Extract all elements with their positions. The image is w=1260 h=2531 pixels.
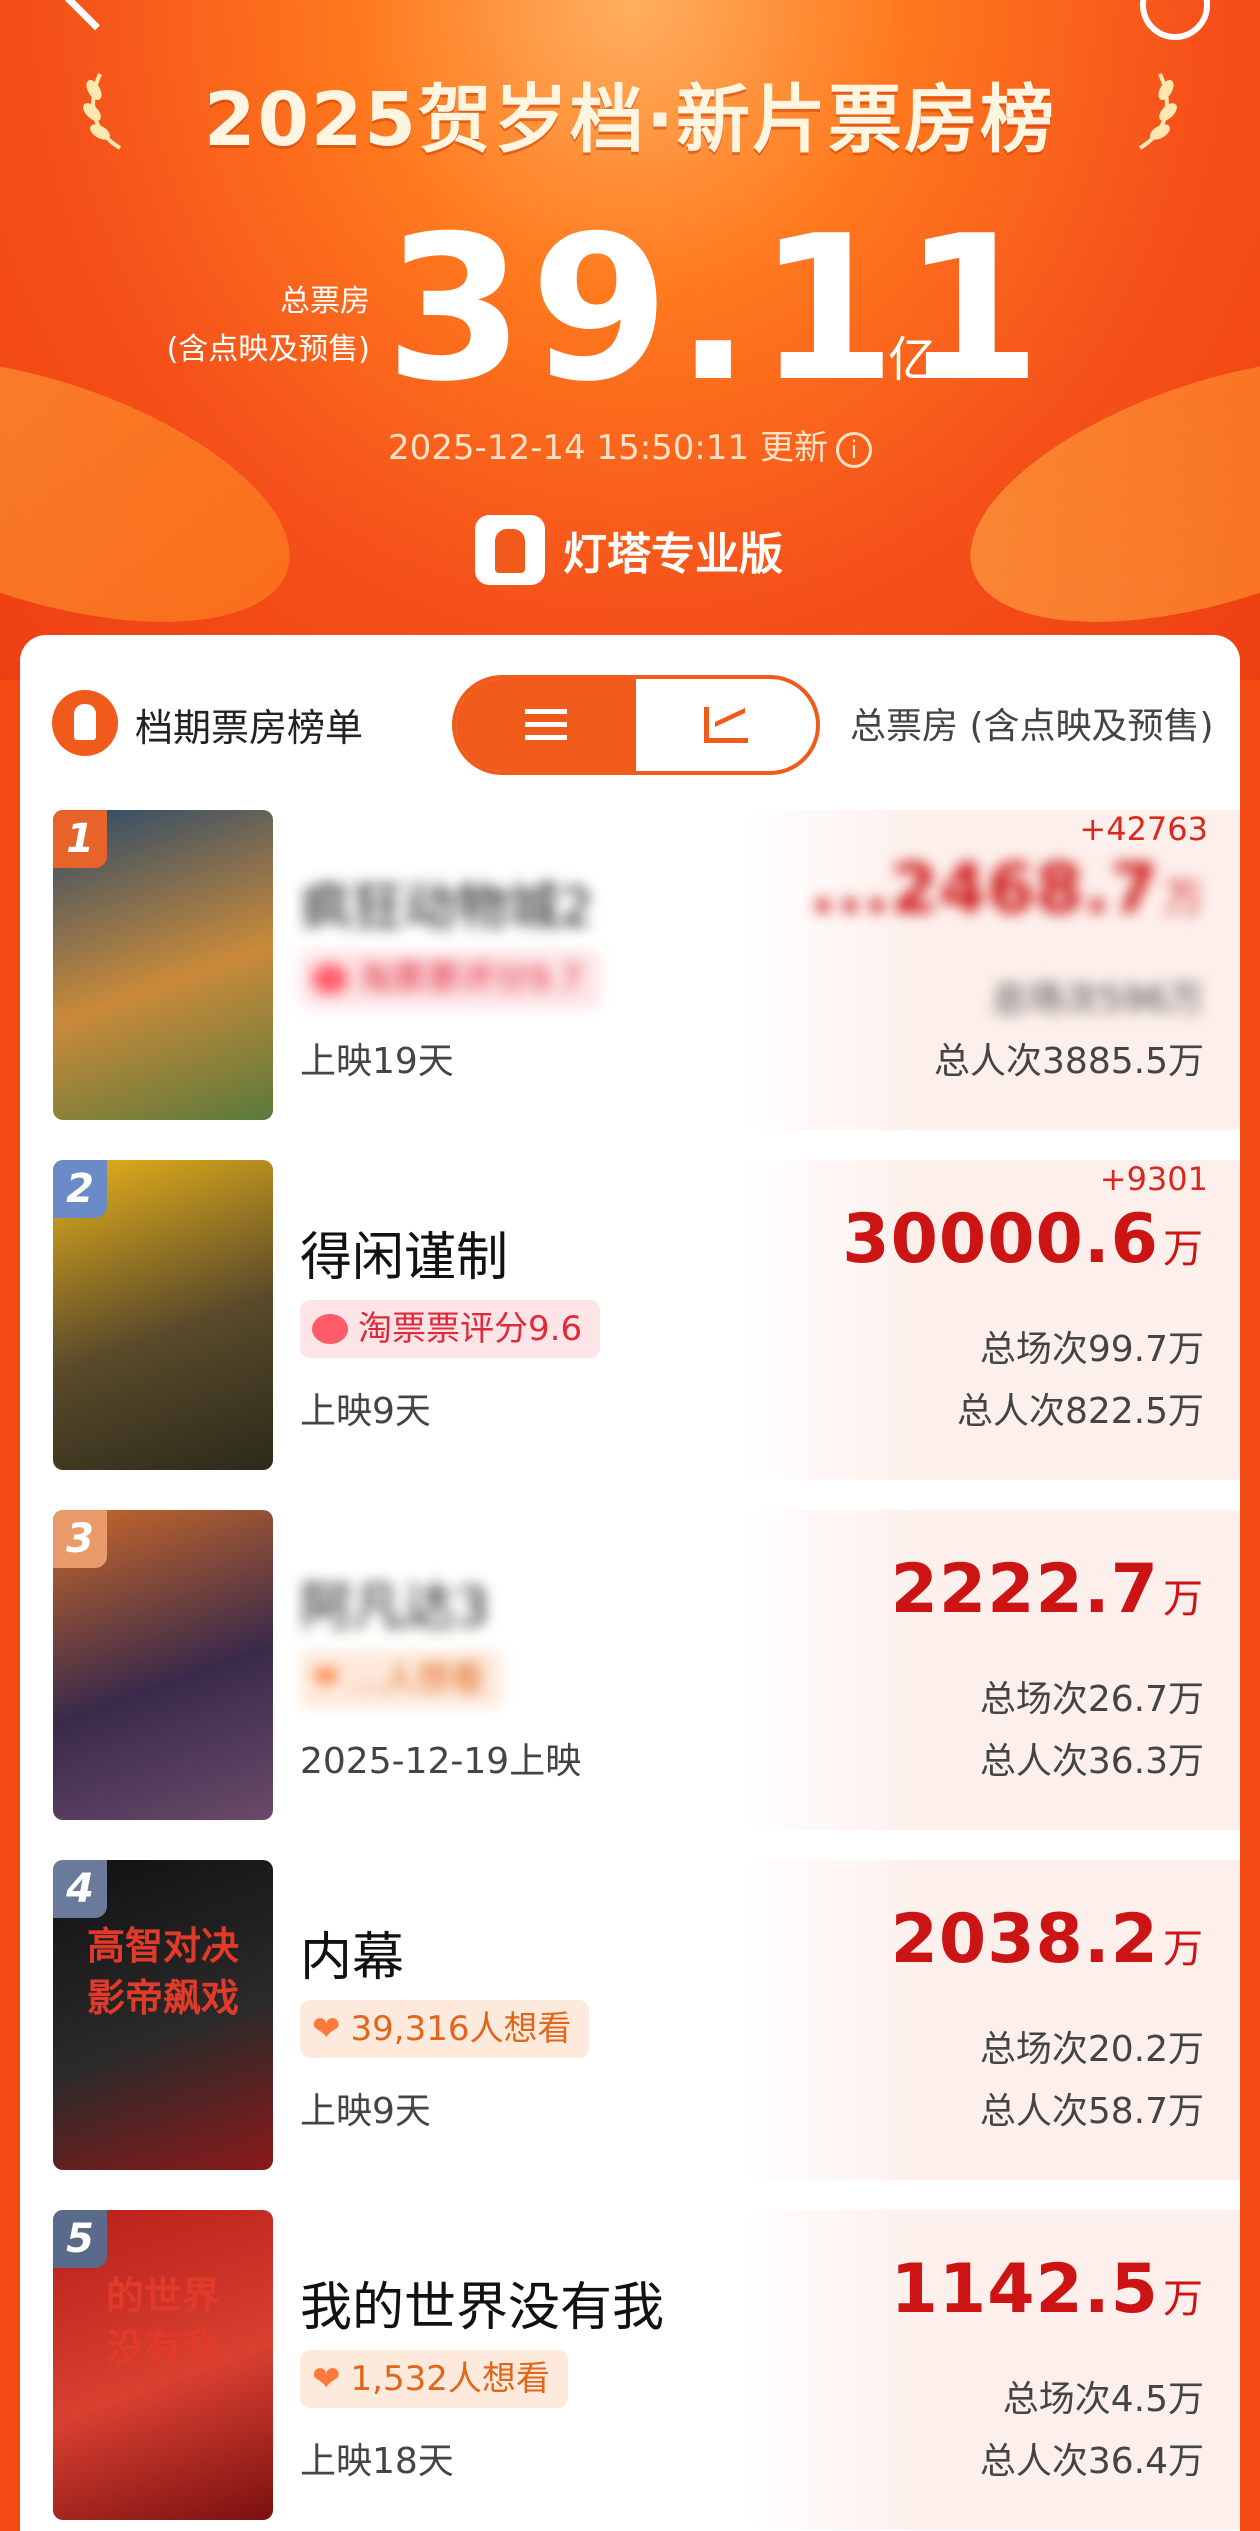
info-icon[interactable]: i	[835, 431, 872, 468]
total-admissions: 总人次36.3万	[979, 1741, 1204, 1782]
gross-unit: 万	[1163, 876, 1204, 922]
total-admissions: 总人次58.7万	[979, 2091, 1204, 2132]
total-shows: 总场次596万	[991, 979, 1204, 1020]
gross-value: 2222.7	[890, 1550, 1159, 1629]
back-arrow-icon[interactable]	[59, 0, 131, 31]
page-title: 2025贺岁档·新片票房榜	[203, 77, 1057, 163]
movie-row[interactable]: 2 得闲谨制 淘票票评分9.6 上映9天 +9301 30000.6 万 总场次9…	[20, 1160, 1240, 1500]
want-to-watch-tag: ❤ ...人想看	[300, 1650, 503, 1708]
total-unit: 亿	[888, 332, 937, 388]
release-info: 上映19天	[300, 1041, 454, 1082]
total-shows: 总场次99.7万	[979, 1329, 1204, 1370]
gross-unit: 万	[1163, 1226, 1204, 1272]
update-time: 2025-12-14 15:50:11 更新 i	[0, 420, 1260, 469]
movie-title[interactable]: 得闲谨制	[300, 1215, 508, 1290]
view-toggle	[452, 675, 820, 775]
tag-text: 1,532人想看	[350, 2359, 550, 2399]
tag-text: ...人想看	[350, 1659, 485, 1699]
movie-title[interactable]: 疯狂动物城2	[300, 865, 593, 940]
tag-text: 39,316人想看	[350, 2009, 572, 2049]
rating-tag: 淘票票评分9.7	[300, 950, 601, 1008]
heart-icon: ❤	[312, 1659, 341, 1699]
gross-value: 2038.2	[890, 1900, 1159, 1979]
gross-box-office: 1142.5 万	[891, 2250, 1204, 2329]
heart-icon: ❤	[312, 2359, 341, 2399]
movie-poster[interactable]: 高智对决 影帝飙戏 4	[53, 1860, 273, 2170]
total-admissions: 总人次822.5万	[956, 1391, 1204, 1432]
trend-view-button[interactable]	[636, 679, 816, 771]
tag-text: 淘票票评分9.7	[358, 959, 583, 999]
ranking-panel: 档期票房榜单 总票房 (含点映及预售) 1 疯狂动物城2 淘票票评分9.7 上映…	[20, 635, 1240, 2531]
brand-name: 灯塔专业版	[563, 529, 783, 580]
total-admissions: 总人次3885.5万	[934, 1041, 1204, 1082]
movie-poster[interactable]: 1	[53, 810, 273, 1120]
rating-tag: 淘票票评分9.6	[300, 1300, 601, 1358]
rank-badge: 4	[53, 1860, 107, 1918]
tag-text: 淘票票评分9.6	[358, 1309, 583, 1349]
total-shows: 总场次4.5万	[1002, 2379, 1204, 2420]
total-box-office: 39.11	[385, 193, 1048, 426]
gross-unit: 万	[1163, 1926, 1204, 1972]
brand: 灯塔专业版	[475, 515, 783, 585]
rank-badge: 1	[53, 810, 107, 868]
taopiaopiao-icon	[312, 1314, 348, 1344]
total-admissions: 总人次36.4万	[979, 2441, 1204, 2482]
rank-badge: 5	[53, 2210, 107, 2268]
panel-title: 档期票房榜单	[135, 706, 364, 750]
gross-box-office: 30000.6 万	[842, 1200, 1204, 1279]
release-info: 上映9天	[300, 1391, 431, 1432]
movie-title[interactable]: 阿凡达3	[300, 1565, 489, 1640]
total-label-line1: 总票房	[280, 284, 370, 319]
taopiaopiao-icon	[312, 964, 348, 994]
poster-text: 的世界 没有我	[105, 2274, 220, 2370]
movie-poster[interactable]: 2	[53, 1160, 273, 1470]
daily-increment: +9301	[1099, 1160, 1208, 1198]
release-info: 2025-12-19上映	[300, 1741, 582, 1782]
total-label: 总票房 (含点映及预售)	[140, 278, 370, 374]
gross-box-office: ...2468.7 万	[810, 850, 1204, 929]
gross-unit: 万	[1163, 1576, 1204, 1622]
release-info: 上映9天	[300, 2091, 431, 2132]
header-banner: 2025贺岁档·新片票房榜 总票房 (含点映及预售) 39.11 亿 2025-…	[0, 0, 1260, 680]
movie-poster[interactable]: 3	[53, 1510, 273, 1820]
lighthouse-icon	[52, 690, 118, 756]
gross-value: ...2468.7	[810, 850, 1159, 929]
panel-header: 档期票房榜单 总票房 (含点映及预售)	[20, 635, 1240, 775]
movie-title[interactable]: 内幕	[300, 1915, 404, 1990]
list-icon	[525, 707, 567, 743]
total-shows: 总场次26.7万	[979, 1679, 1204, 1720]
movie-poster[interactable]: 的世界 没有我 5	[53, 2210, 273, 2520]
heart-icon: ❤	[312, 2009, 341, 2049]
want-to-watch-tag: ❤ 1,532人想看	[300, 2350, 568, 2408]
movie-row[interactable]: 高智对决 影帝飙戏 4 内幕 ❤ 39,316人想看 上映9天 2038.2 万 总场…	[20, 1860, 1240, 2200]
column-label: 总票房 (含点映及预售)	[850, 706, 1214, 747]
list-view-button[interactable]	[456, 679, 636, 771]
gross-value: 30000.6	[842, 1200, 1159, 1279]
daily-increment: +42763	[1079, 810, 1208, 848]
trend-chart-icon	[704, 707, 748, 743]
share-icon[interactable]	[1140, 0, 1210, 40]
gross-unit: 万	[1163, 2276, 1204, 2322]
release-info: 上映18天	[300, 2441, 454, 2482]
movie-title[interactable]: 我的世界没有我	[300, 2265, 664, 2340]
movie-row[interactable]: 3 阿凡达3 ❤ ...人想看 2025-12-19上映 2222.7 万 总场次2…	[20, 1510, 1240, 1850]
gross-box-office: 2038.2 万	[891, 1900, 1204, 1979]
update-time-text: 2025-12-14 15:50:11 更新	[388, 428, 828, 468]
gross-box-office: 2222.7 万	[891, 1550, 1204, 1629]
movie-row[interactable]: 的世界 没有我 5 我的世界没有我 ❤ 1,532人想看 上映18天 1142.5 万…	[20, 2210, 1240, 2531]
page-title-wrap: 2025贺岁档·新片票房榜	[0, 60, 1260, 167]
rank-badge: 3	[53, 1510, 107, 1568]
want-to-watch-tag: ❤ 39,316人想看	[300, 2000, 590, 2058]
total-shows: 总场次20.2万	[979, 2029, 1204, 2070]
lighthouse-logo-icon	[475, 515, 545, 585]
rank-badge: 2	[53, 1160, 107, 1218]
gross-value: 1142.5	[890, 2250, 1159, 2329]
total-label-line2: (含点映及预售)	[166, 332, 370, 367]
movie-row[interactable]: 1 疯狂动物城2 淘票票评分9.7 上映19天 +42763 ...2468.7…	[20, 810, 1240, 1150]
poster-text: 高智对决 影帝飙戏	[86, 1924, 239, 2020]
